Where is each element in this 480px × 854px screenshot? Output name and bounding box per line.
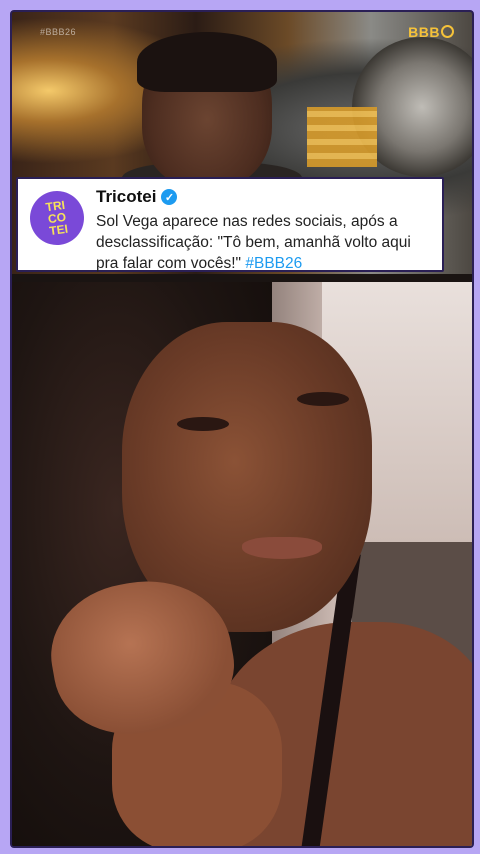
- gold-bars-image: [307, 107, 377, 167]
- tweet-card[interactable]: TRI CO TEI Tricotei ✓ Sol Vega aparece n…: [16, 177, 444, 272]
- right-eye: [297, 392, 349, 406]
- verified-badge-icon: ✓: [161, 189, 178, 205]
- tweet-author-row: Tricotei ✓: [96, 187, 178, 207]
- bbb-logo: BBB: [408, 24, 454, 40]
- person-lips: [242, 537, 322, 559]
- hashtag-link[interactable]: #BBB26: [245, 255, 302, 272]
- selfie-photo: [12, 282, 472, 846]
- tweet-author-name[interactable]: Tricotei: [96, 187, 156, 207]
- tricotei-avatar[interactable]: TRI CO TEI: [26, 187, 88, 249]
- person-hair-top: [137, 32, 277, 92]
- post-frame: #BBB26 BBB: [10, 10, 474, 848]
- tweet-text: Sol Vega aparece nas redes sociais, após…: [96, 211, 436, 274]
- avatar-line-3: TEI: [48, 221, 69, 239]
- left-eye: [177, 417, 229, 431]
- video-watermark: #BBB26: [40, 27, 77, 37]
